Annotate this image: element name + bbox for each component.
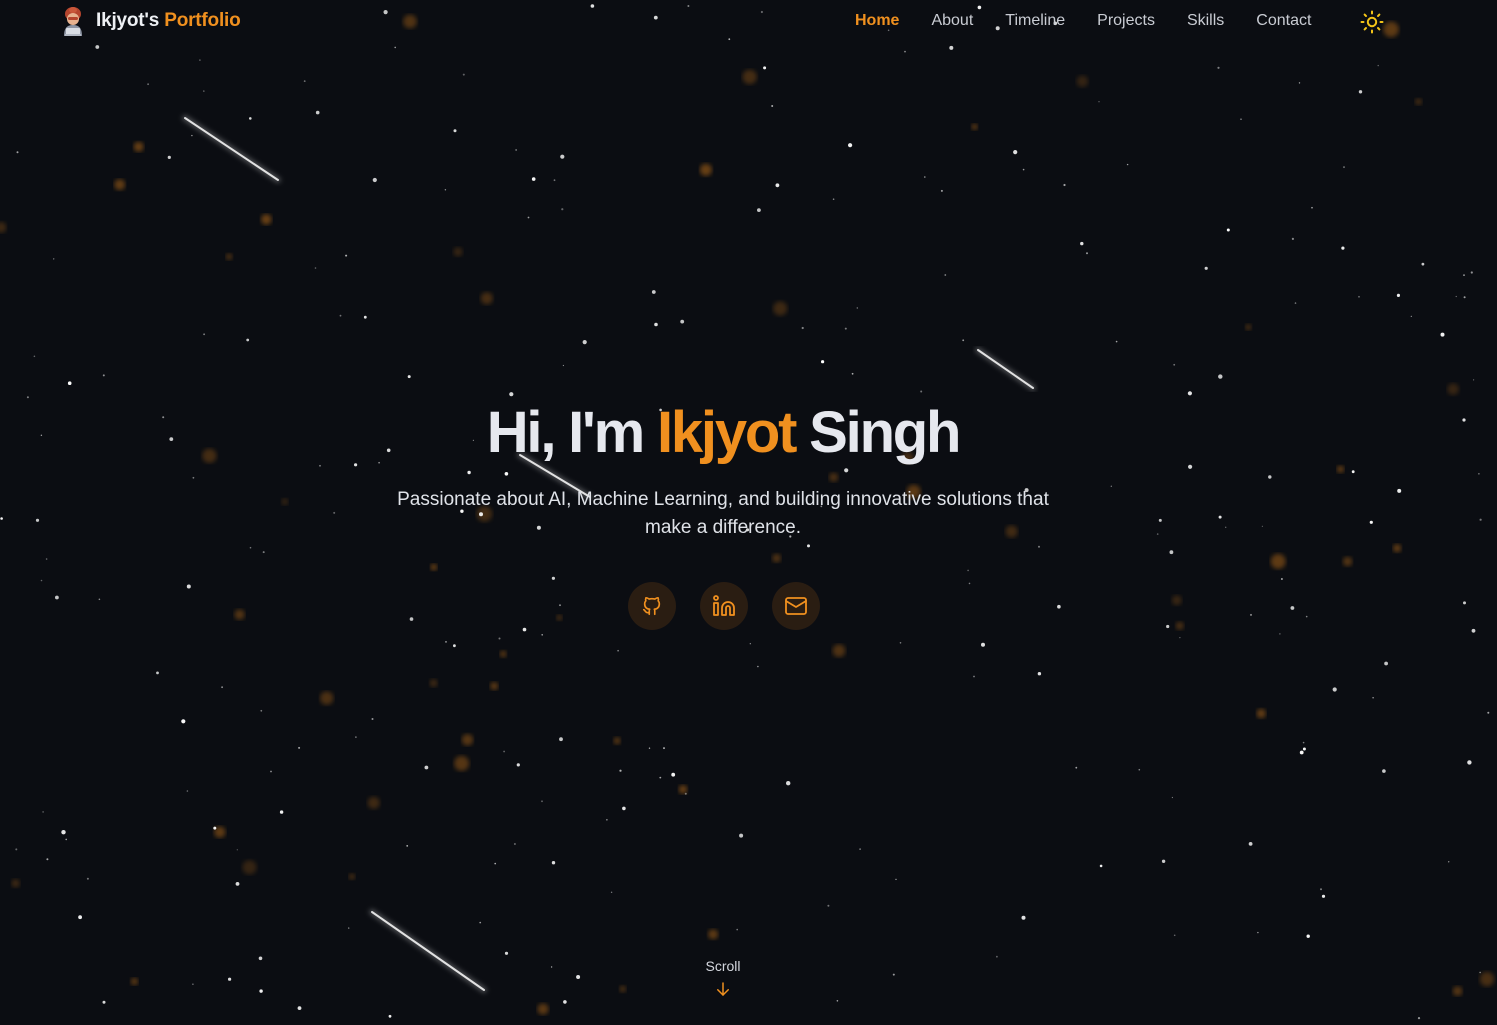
scroll-label: Scroll: [705, 958, 741, 974]
hero-subtitle: Passionate about AI, Machine Learning, a…: [397, 489, 1049, 538]
hero-section: Hi, I'm Ikjyot Singh Passionate about AI…: [0, 0, 1497, 1025]
scroll-indicator[interactable]: Scroll: [0, 958, 1446, 998]
email-button[interactable]: [772, 582, 820, 630]
hero-last-name: Singh: [809, 400, 961, 465]
arrow-down-icon: [717, 982, 729, 996]
linkedin-icon: [713, 595, 735, 616]
mail-icon: [785, 597, 807, 615]
social-links: [628, 582, 820, 630]
hero-first-name: Ikjyot: [656, 400, 798, 465]
linkedin-button[interactable]: [700, 582, 748, 630]
github-icon: [642, 596, 661, 616]
hero-greeting: Hi, I'm: [486, 400, 646, 465]
hero-title: Hi, I'm Ikjyot Singh: [0, 398, 1446, 468]
github-button[interactable]: [628, 582, 676, 630]
